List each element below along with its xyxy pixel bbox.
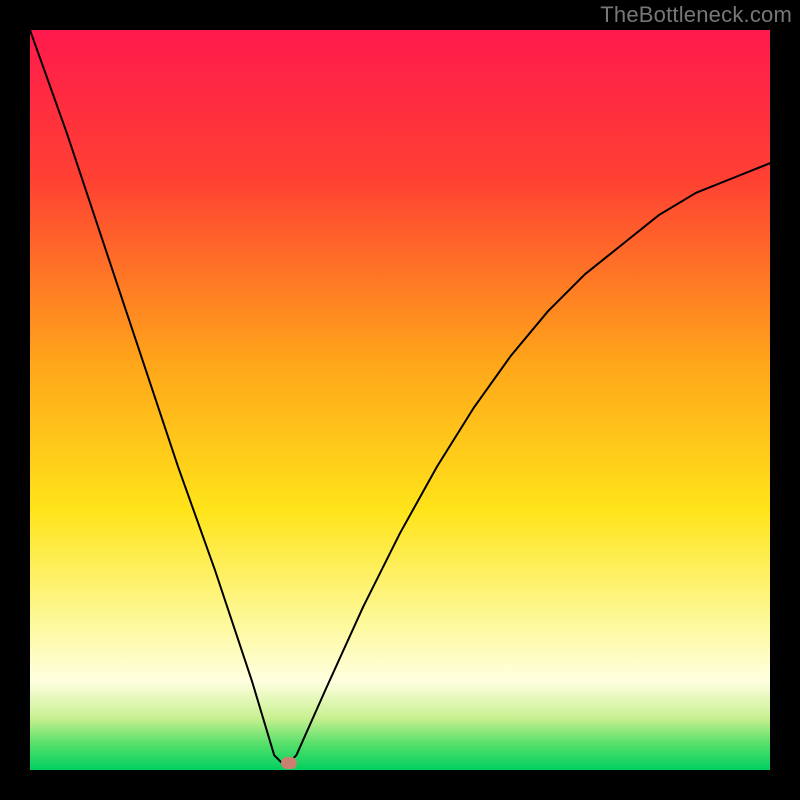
bottleneck-curve	[30, 30, 770, 770]
plot-area	[30, 30, 770, 770]
optimum-marker	[281, 757, 297, 769]
watermark-text: TheBottleneck.com	[600, 2, 792, 28]
chart-frame: TheBottleneck.com	[0, 0, 800, 800]
